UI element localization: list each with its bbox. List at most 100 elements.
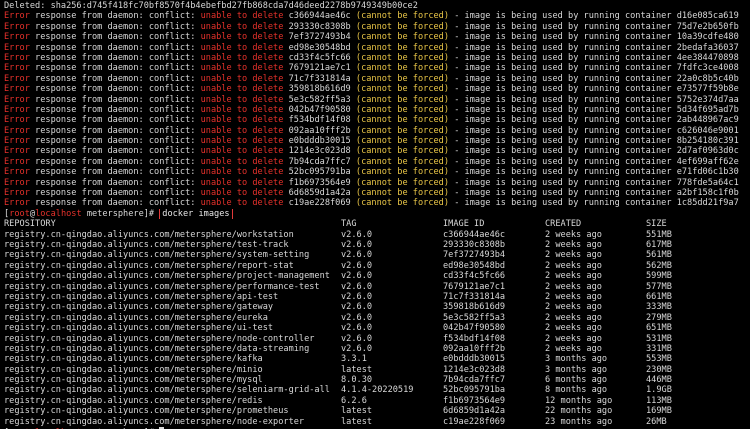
cell-repository: registry.cn-qingdao.aliyuncs.com/metersp… — [4, 312, 268, 323]
cell-created: 8 months ago — [545, 385, 608, 396]
unable-text: unable to delete — [200, 188, 284, 199]
cannot-force-text: (cannot be forced) — [355, 125, 450, 136]
cell-repository: registry.cn-qingdao.aliyuncs.com/metersp… — [4, 281, 320, 292]
error-word: Error — [4, 104, 30, 115]
cell-repository: registry.cn-qingdao.aliyuncs.com/metersp… — [4, 333, 315, 344]
error-image-id: 71c7f331814a — [288, 73, 351, 84]
cell-created: 2 weeks ago — [545, 323, 602, 334]
cannot-force-text: (cannot be forced) — [355, 167, 450, 178]
cannot-force-text: (cannot be forced) — [355, 73, 450, 84]
cell-size: 661MB — [646, 291, 672, 302]
terminal-window[interactable]: Deleted: sha256:d745f418fc70bf8570f4b4eb… — [0, 0, 750, 429]
error-suffix: - image is being used by running contain… — [449, 198, 677, 209]
unable-text: unable to delete — [200, 42, 284, 53]
table-row: registry.cn-qingdao.aliyuncs.com/metersp… — [4, 240, 750, 250]
cell-image-id: 5e3c582ff5a3 — [443, 312, 506, 323]
error-word: Error — [4, 32, 30, 43]
cell-created: 2 weeks ago — [545, 291, 602, 302]
cell-image-id: 7679121ae7c1 — [443, 281, 506, 292]
error-suffix: - image is being used by running contain… — [449, 21, 677, 32]
container-id: d16e085ca619 — [676, 11, 739, 22]
cell-size: 561MB — [646, 250, 672, 261]
cell-image-id: 7b94cda7ffc7 — [443, 375, 506, 386]
cell-tag: 4.1.4-20220519 — [341, 385, 414, 396]
container-id: 8b254180c391 — [676, 136, 739, 147]
cannot-force-text: (cannot be forced) — [355, 84, 450, 95]
error-image-id: ed98e30548bd — [288, 42, 351, 53]
error-image-id: 7679121ae7c1 — [288, 63, 351, 74]
error-middle: response from daemon: conflict: — [29, 63, 201, 74]
cell-repository: registry.cn-qingdao.aliyuncs.com/metersp… — [4, 395, 263, 406]
error-suffix: - image is being used by running contain… — [449, 63, 677, 74]
unable-text: unable to delete — [200, 156, 284, 167]
table-row: registry.cn-qingdao.aliyuncs.com/metersp… — [4, 344, 750, 354]
cell-image-id: f534bdf14f08 — [443, 333, 506, 344]
unable-text: unable to delete — [200, 115, 284, 126]
header-image-id: IMAGE ID — [443, 219, 485, 230]
error-word: Error — [4, 42, 30, 53]
cell-repository: registry.cn-qingdao.aliyuncs.com/metersp… — [4, 239, 289, 250]
cell-size: 1.9GB — [646, 385, 672, 396]
error-middle: response from daemon: conflict: — [29, 84, 201, 95]
error-suffix: - image is being used by running contain… — [449, 73, 677, 84]
cell-created: 2 weeks ago — [545, 333, 602, 344]
cannot-force-text: (cannot be forced) — [355, 11, 450, 22]
table-row: registry.cn-qingdao.aliyuncs.com/metersp… — [4, 417, 750, 427]
cell-created: 22 months ago — [545, 406, 613, 417]
container-id: a2bf158c1f0b — [676, 188, 739, 199]
container-id: 1c85dd21f9a7 — [676, 198, 739, 209]
error-line: Error response from daemon: conflict: un… — [4, 95, 750, 105]
error-suffix: - image is being used by running contain… — [449, 146, 677, 157]
cell-size: 169MB — [646, 406, 672, 417]
unable-text: unable to delete — [200, 11, 284, 22]
cell-tag: 3.3.1 — [341, 354, 367, 365]
container-id: 7fdfc3ce4008 — [676, 63, 739, 74]
cell-tag: latest — [341, 364, 373, 375]
error-word: Error — [4, 73, 30, 84]
cell-created: 2 weeks ago — [545, 260, 602, 271]
error-image-id: f1b6973564e9 — [288, 177, 351, 188]
error-line: Error response from daemon: conflict: un… — [4, 53, 750, 63]
cell-tag: v2.6.0 — [341, 239, 373, 250]
table-row: registry.cn-qingdao.aliyuncs.com/metersp… — [4, 323, 750, 333]
error-suffix: - image is being used by running contain… — [449, 167, 677, 178]
cell-created: 6 months ago — [545, 375, 608, 386]
cell-image-id: 092aa10fff2b — [443, 343, 506, 354]
unable-text: unable to delete — [200, 84, 284, 95]
container-id: 4ef699aff62e — [676, 156, 739, 167]
cell-tag: v2.6.0 — [341, 229, 373, 240]
error-image-id: f534bdf14f08 — [288, 115, 351, 126]
error-word: Error — [4, 94, 30, 105]
cell-size: 651MB — [646, 323, 672, 334]
cell-tag: v2.6.0 — [341, 271, 373, 282]
error-line: Error response from daemon: conflict: un… — [4, 167, 750, 177]
error-line: Error response from daemon: conflict: un… — [4, 157, 750, 167]
cell-repository: registry.cn-qingdao.aliyuncs.com/metersp… — [4, 323, 274, 334]
cell-size: 26MB — [646, 416, 667, 427]
table-row: registry.cn-qingdao.aliyuncs.com/metersp… — [4, 261, 750, 271]
error-line: Error response from daemon: conflict: un… — [4, 136, 750, 146]
cell-image-id: 6d6859d1a42a — [443, 406, 506, 417]
prompt-user: root — [9, 208, 30, 219]
error-suffix: - image is being used by running contain… — [449, 156, 677, 167]
table-row: registry.cn-qingdao.aliyuncs.com/metersp… — [4, 313, 750, 323]
cell-size: 531MB — [646, 333, 672, 344]
error-word: Error — [4, 177, 30, 188]
error-image-id: 293330c8308b — [288, 21, 351, 32]
cannot-force-text: (cannot be forced) — [355, 42, 450, 53]
image-table-body: registry.cn-qingdao.aliyuncs.com/metersp… — [4, 230, 750, 427]
cell-size: 230MB — [646, 364, 672, 375]
error-suffix: - image is being used by running contain… — [449, 42, 677, 53]
error-image-id: 042b47f90580 — [288, 104, 351, 115]
table-row: registry.cn-qingdao.aliyuncs.com/metersp… — [4, 292, 750, 302]
error-image-id: c366944ae46c — [288, 11, 351, 22]
cell-size: 599MB — [646, 271, 672, 282]
highlighted-command: docker images — [159, 208, 233, 220]
cell-repository: registry.cn-qingdao.aliyuncs.com/metersp… — [4, 343, 310, 354]
error-suffix: - image is being used by running contain… — [449, 136, 677, 147]
error-middle: response from daemon: conflict: — [29, 42, 201, 53]
table-row: registry.cn-qingdao.aliyuncs.com/metersp… — [4, 230, 750, 240]
unable-text: unable to delete — [200, 167, 284, 178]
cell-repository: registry.cn-qingdao.aliyuncs.com/metersp… — [4, 291, 279, 302]
error-word: Error — [4, 156, 30, 167]
